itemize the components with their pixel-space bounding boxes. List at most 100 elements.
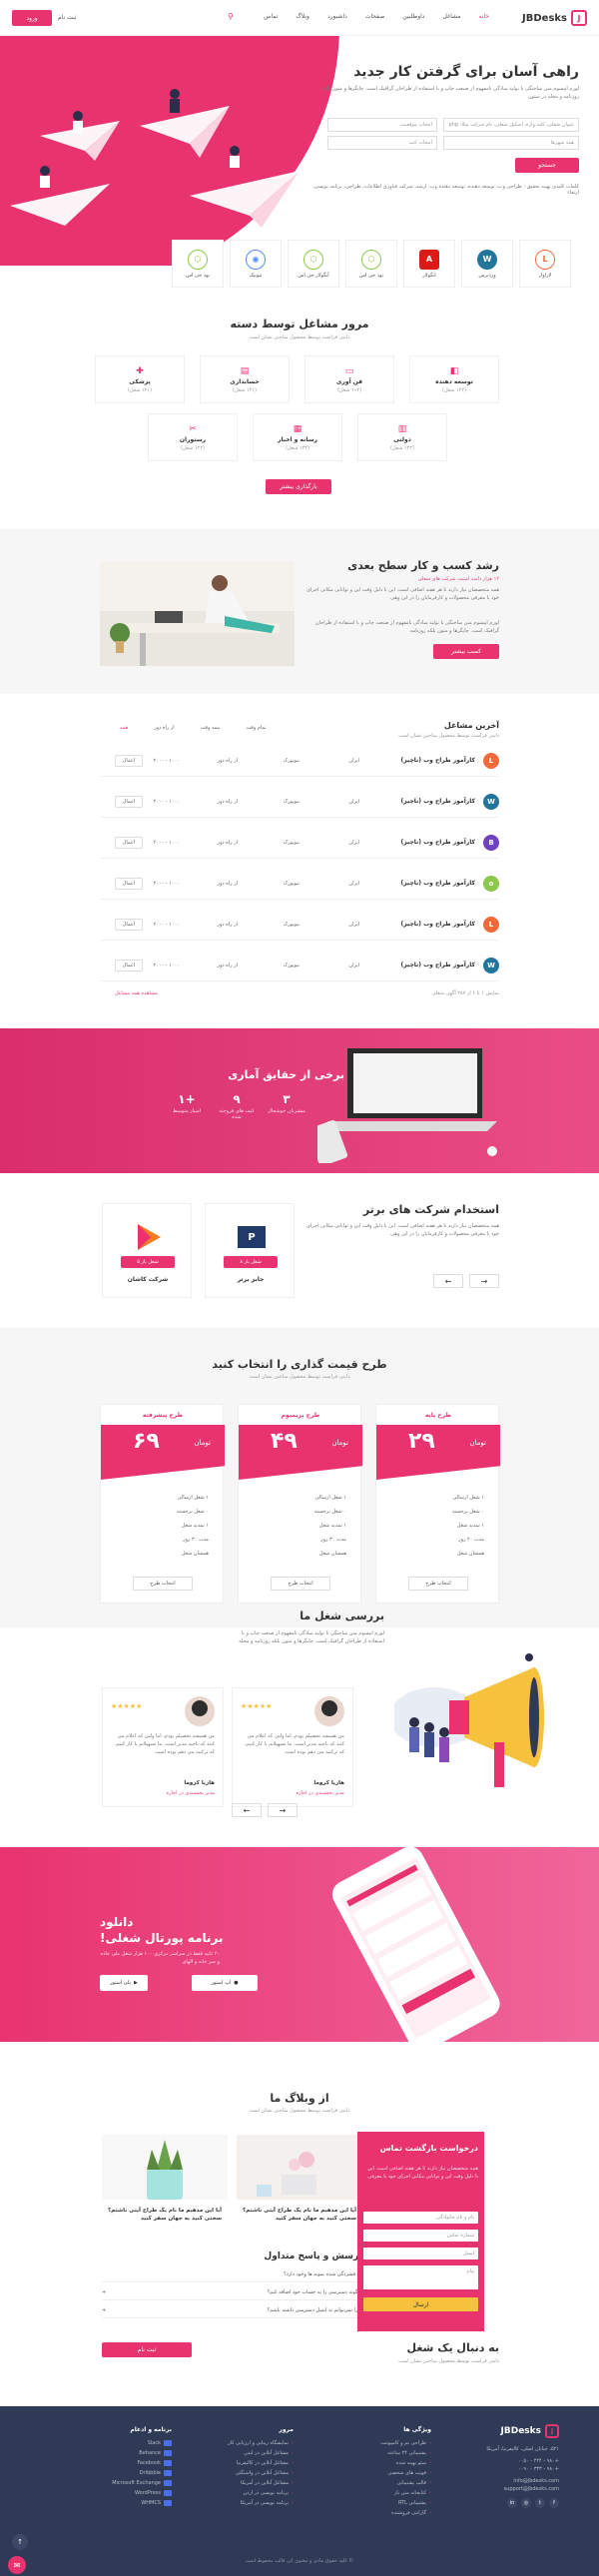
cta-signup-button[interactable]: ثبت نام xyxy=(102,2342,192,2357)
nav-candidates[interactable]: داوطلبین xyxy=(402,13,424,20)
tech-angular[interactable]: A انگولار xyxy=(403,240,455,288)
job-row[interactable]: W کارآموز طراح وب (ناچیز) ایران نیویورک … xyxy=(100,950,499,981)
tech-angularjs[interactable]: ⬡ آنگولار جی اس xyxy=(288,240,339,288)
job-title[interactable]: کارآموز طراح وب (ناچیز) xyxy=(401,798,475,805)
category-card[interactable]: ▤ حسابداری (۱۲۱ شغل) xyxy=(200,355,290,403)
job-title[interactable]: کارآموز طراح وب (ناچیز) xyxy=(401,921,475,928)
job-row[interactable]: W کارآموز طراح وب (ناچیز) ایران نیویورک … xyxy=(100,786,499,818)
nav-pages[interactable]: صفحات xyxy=(365,13,384,20)
faq-item[interactable]: آیا فشردگی شده نمونه ها وجود دارد؟ xyxy=(102,2266,361,2282)
footer-link[interactable]: › پشتیبانی RTL xyxy=(398,2500,431,2506)
apply-button[interactable]: اعمال xyxy=(115,918,143,931)
message-input[interactable]: پیام xyxy=(363,2265,478,2289)
category-card[interactable]: ▦ رسانه و اخبار (۱۲۲ شغل) xyxy=(253,413,342,461)
google-play-button[interactable]: ▶ پلی استور xyxy=(100,1975,148,1991)
job-title[interactable]: کارآموز طراح وب (ناچیز) xyxy=(401,962,475,968)
footer-link[interactable]: › مشاغل آنلاین در واشنگتن xyxy=(236,2470,294,2476)
next-arrow-icon[interactable]: → xyxy=(268,1803,298,1817)
footer-link[interactable]: › مشاغل آنلاین در لندن xyxy=(244,2450,294,2456)
footer-link[interactable]: Facebook xyxy=(138,2460,172,2466)
apply-button[interactable]: اعمال xyxy=(115,754,143,767)
nav-contact[interactable]: تماس xyxy=(264,13,278,20)
category-card[interactable]: ▭ فن آوری (۱۱۲ شغل) xyxy=(304,355,394,403)
phone-input[interactable]: شماره تماس xyxy=(363,2230,478,2242)
tech-node2[interactable]: ⬡ نود جی اس xyxy=(172,240,224,288)
footer-link[interactable]: › برنامه نویسی در اردن xyxy=(243,2490,294,2496)
category-card[interactable]: ▥ دولتی (۱۲۲ شغل) xyxy=(357,413,447,461)
footer-logo[interactable]: J JBDesks xyxy=(501,2424,559,2438)
category-card[interactable]: ✚ پزشکی (۱۲۱ شغل) xyxy=(95,355,185,403)
footer-link[interactable]: WHMCS xyxy=(141,2500,172,2506)
nav-dashboard[interactable]: داشبورد xyxy=(327,13,347,20)
nav-jobs[interactable]: مشاغل xyxy=(442,13,460,20)
tab-remote[interactable]: از راه دور xyxy=(154,725,174,731)
apply-button[interactable]: اعمال xyxy=(115,795,143,808)
faq-item[interactable]: چگونه دسترسی را به حساب خود اضافه کنم؟ + xyxy=(102,2284,361,2300)
footer-email-2[interactable]: support@jbdesks.com xyxy=(504,2486,559,2492)
job-row[interactable]: L کارآموز طراح وب (ناچیز) ایران نیویورک … xyxy=(100,745,499,777)
footer-link[interactable]: WordPress xyxy=(135,2490,172,2496)
facebook-icon[interactable]: f xyxy=(549,2498,559,2508)
footer-link[interactable]: › قالب پشتیبانی xyxy=(397,2480,431,2486)
footer-link[interactable]: › گارانتی فروشنده xyxy=(391,2510,431,2516)
search-button[interactable]: جستجو xyxy=(515,158,579,173)
nav-blog[interactable]: وبلاگ xyxy=(296,13,309,20)
footer-email[interactable]: info@jbdesks.com xyxy=(513,2478,559,2484)
apply-button[interactable]: اعمال xyxy=(115,877,143,890)
city-select[interactable]: همه شهرها xyxy=(443,136,579,150)
open-jobs-button[interactable]: شغل باز ۵ xyxy=(121,1256,175,1268)
footer-link[interactable]: › سئو بهینه شده xyxy=(396,2460,431,2466)
apply-button[interactable]: اعمال xyxy=(115,959,143,971)
signup-link[interactable]: ثبت نام xyxy=(58,14,77,21)
select-plan-button[interactable]: انتخاب طرح xyxy=(271,1577,330,1591)
tech-nodejs[interactable]: ⬡ نود جی اس xyxy=(345,240,397,288)
type-select[interactable]: انتخاب کنید xyxy=(327,136,437,150)
chat-icon[interactable]: ✉ xyxy=(8,2556,26,2574)
logo[interactable]: J JBDesks xyxy=(522,10,587,26)
footer-link[interactable]: Microsoft Exchange xyxy=(112,2480,172,2486)
footer-link[interactable]: Behance xyxy=(139,2450,172,2456)
load-more-categories-button[interactable]: بارگذاری بیشتر xyxy=(266,479,331,494)
linkedin-icon[interactable]: in xyxy=(507,2498,517,2508)
blog-post-title[interactable]: آیا این مذهبم ما نام یک طراح آیتی ناشتم؟… xyxy=(108,2207,222,2224)
prev-arrow-icon[interactable]: ← xyxy=(433,1274,463,1288)
tech-wordpress[interactable]: W وردپرس xyxy=(461,240,513,288)
company-card[interactable]: شغل باز ۵ شرکت کاشان xyxy=(102,1203,192,1298)
login-button[interactable]: ورود xyxy=(12,10,52,26)
footer-link[interactable]: › مشاغل آنلاین در آمریکا xyxy=(241,2480,294,2486)
category-select[interactable]: انتخاب موقعیت xyxy=(327,118,437,132)
job-row[interactable]: L کارآموز طراح وب (ناچیز) ایران نیویورک … xyxy=(100,909,499,941)
job-title[interactable]: کارآموز طراح وب (ناچیز) xyxy=(401,880,475,887)
name-input[interactable]: نام و نام خانوادگی xyxy=(363,2212,478,2224)
prev-arrow-icon[interactable]: ← xyxy=(232,1803,262,1817)
tech-laravel[interactable]: L لاراول xyxy=(519,240,571,288)
tab-parttime[interactable]: نیمه وقت xyxy=(201,725,221,731)
blog-card[interactable]: آیا این مذهبم ما نام یک طراح آیتی ناشتم؟… xyxy=(102,2135,228,2254)
view-all-jobs-link[interactable]: مشاهده همه مشاغل xyxy=(115,990,158,996)
job-row[interactable]: B کارآموز طراح وب (ناچیز) ایران نیویورک … xyxy=(100,827,499,859)
nav-home[interactable]: خانه xyxy=(479,13,489,20)
footer-link[interactable]: › طراحی تم و کامپوننت xyxy=(380,2440,431,2446)
footer-link[interactable]: Slack xyxy=(148,2440,172,2446)
footer-link[interactable]: › نمایشگاه زیبایی و ارزیابی کار xyxy=(228,2440,294,2446)
back-to-top-icon[interactable]: ↑ xyxy=(12,2534,28,2550)
footer-link[interactable]: › برنامه نویسی در آمریکا xyxy=(241,2500,294,2506)
company-card[interactable]: P شغل باز ۸ جابز برتر xyxy=(205,1203,295,1298)
job-title[interactable]: کارآموز طراح وب (ناچیز) xyxy=(401,757,475,764)
footer-link[interactable]: › کتابخانه متن باز xyxy=(394,2490,431,2496)
job-title[interactable]: کارآموز طراح وب (ناچیز) xyxy=(401,839,475,846)
instagram-icon[interactable]: ◎ xyxy=(521,2498,531,2508)
tab-all[interactable]: همه xyxy=(120,725,128,731)
apply-button[interactable]: اعمال xyxy=(115,836,143,849)
open-jobs-button[interactable]: شغل باز ۸ xyxy=(224,1256,278,1268)
search-icon[interactable]: ⚲ xyxy=(228,12,234,21)
callback-submit-button[interactable]: ارسال xyxy=(363,2297,478,2311)
category-card[interactable]: ✂ رستوران (۱۲۲ شغل) xyxy=(148,413,238,461)
job-row[interactable]: o کارآموز طراح وب (ناچیز) ایران نیویورک … xyxy=(100,868,499,900)
faq-item[interactable]: چرا نمی‌توانم به ایمیل دسترسی داشته باشم… xyxy=(102,2302,361,2318)
footer-link[interactable]: Dribbble xyxy=(140,2470,172,2476)
twitter-icon[interactable]: t xyxy=(535,2498,545,2508)
blog-post-title[interactable]: آیا این مذهبم ما نام یک طراح آیتی ناشتم؟… xyxy=(243,2207,356,2224)
footer-link[interactable]: › پشتیبانی ۲۴ ساعته xyxy=(387,2450,431,2456)
select-plan-button[interactable]: انتخاب طرح xyxy=(408,1577,468,1591)
